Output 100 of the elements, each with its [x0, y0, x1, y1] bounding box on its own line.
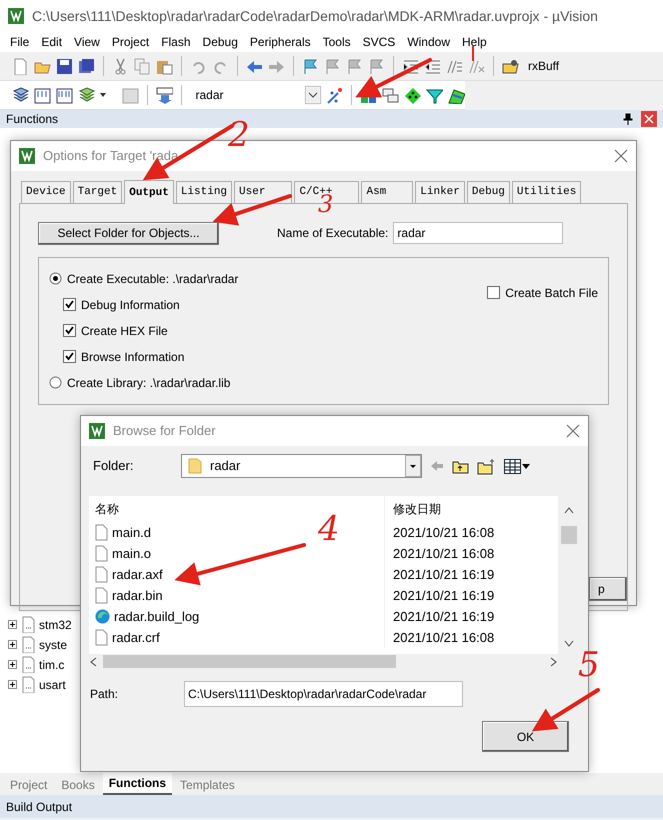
tree-item[interactable]: syste [39, 636, 68, 654]
dialog-tab[interactable]: Listing [176, 181, 232, 202]
scroll-up-icon[interactable] [564, 506, 574, 514]
dialog-tab[interactable]: User [234, 181, 292, 202]
menu-item[interactable]: View [70, 33, 108, 51]
build-icon[interactable] [34, 86, 51, 104]
file-name[interactable]: main.d [112, 522, 152, 542]
column-header[interactable]: 名称 [95, 500, 119, 518]
dialog-tab[interactable]: Target [72, 181, 122, 202]
panel-tab[interactable]: Templates [174, 775, 241, 795]
save-all-icon[interactable] [78, 58, 95, 74]
checkbox[interactable] [63, 298, 76, 311]
magic-wand-icon[interactable] [326, 86, 344, 104]
status-bar-title: Build Output [0, 795, 663, 818]
dialog-tab[interactable]: Output [124, 180, 174, 204]
modified-date: 2021/10/21 16:08 [393, 544, 494, 563]
tree-item[interactable]: usart [39, 676, 66, 694]
expand-icon[interactable] [8, 680, 17, 689]
indent-icon[interactable] [402, 58, 419, 74]
field-label: Path: [90, 686, 120, 703]
radio-button[interactable] [49, 272, 62, 285]
expand-icon[interactable] [8, 640, 17, 649]
option-label: Debug Information [81, 296, 180, 314]
dialog-tab[interactable]: Device [21, 181, 71, 202]
outdent-icon[interactable] [424, 58, 441, 74]
scroll-left-icon[interactable] [89, 656, 97, 666]
expand-icon[interactable] [8, 660, 17, 669]
pin-icon[interactable] [623, 113, 633, 125]
scroll-thumb[interactable] [103, 655, 396, 668]
watch-expression-label: rxBuff [528, 58, 560, 75]
scroll-right-icon[interactable] [550, 656, 558, 666]
folder-select[interactable]: radar [181, 454, 422, 478]
menu-item[interactable]: Project [108, 33, 158, 51]
dialog-button[interactable]: p [589, 577, 627, 601]
ok-button[interactable]: OK [482, 721, 569, 752]
source-file-icon [21, 636, 35, 653]
file-name[interactable]: radar.bin [112, 586, 163, 606]
batch-build-icon[interactable] [78, 86, 95, 104]
modified-date: 2021/10/21 16:19 [393, 566, 494, 584]
tree-item[interactable]: tim.c [39, 656, 64, 674]
executable-name-field[interactable]: radar [393, 222, 564, 244]
expand-icon[interactable] [8, 620, 17, 629]
option-label: Browse Information [81, 348, 184, 366]
dialog-tab[interactable]: Utilities [512, 181, 582, 202]
option-label: Create Library: .\radar\radar.lib [67, 374, 230, 392]
app-logo-icon [8, 8, 24, 24]
panel-tab[interactable]: Functions [102, 773, 172, 795]
windows-icon[interactable] [382, 86, 400, 104]
dialog-tab[interactable]: Linker [415, 181, 465, 202]
panel-tab[interactable]: Project [4, 775, 54, 795]
radio-button[interactable] [49, 376, 62, 389]
flag-icon[interactable] [302, 58, 319, 74]
checkbox[interactable] [63, 324, 76, 337]
up-folder-icon[interactable] [452, 458, 469, 474]
close-icon[interactable] [566, 424, 580, 438]
view-menu-icon[interactable] [504, 458, 530, 474]
annotation-number: 2 [228, 118, 250, 152]
field-label: Folder: [93, 457, 134, 476]
dialog-tab[interactable]: Debug [466, 181, 510, 202]
file-name[interactable]: radar.crf [112, 628, 160, 648]
panel-tab[interactable]: Books [55, 775, 101, 795]
scroll-down-icon[interactable] [564, 640, 574, 648]
folder-icon [188, 458, 202, 474]
file-name[interactable]: radar.build_log [114, 606, 200, 626]
annotation-number: 4 [318, 512, 340, 546]
diamond-icon[interactable] [404, 86, 422, 104]
menu-item[interactable]: Window [403, 33, 458, 51]
menu-item[interactable]: Peripherals [246, 33, 319, 51]
download-icon[interactable] [156, 86, 173, 104]
column-header[interactable]: 修改日期 [393, 500, 441, 518]
menu-item[interactable]: SVCS [358, 33, 404, 51]
funnel-icon[interactable] [426, 86, 444, 104]
close-icon[interactable] [641, 111, 657, 127]
menu-item[interactable]: Help [458, 33, 495, 51]
option-label: Create Executable: .\radar\radar [67, 270, 238, 288]
path-field[interactable]: C:\Users\111\Desktop\radar\radarCode\radar [184, 681, 463, 707]
dialog-tab[interactable]: Asm [361, 181, 414, 202]
watch-window-icon[interactable] [502, 58, 519, 74]
menu-item[interactable]: Edit [37, 33, 70, 51]
file-name[interactable]: main.o [112, 544, 152, 564]
chips-icon[interactable] [448, 86, 466, 104]
checkbox[interactable] [63, 350, 76, 363]
save-icon[interactable] [56, 58, 73, 74]
menu-item[interactable]: Flash [157, 33, 199, 51]
file-icon [95, 524, 108, 541]
file-name[interactable]: radar.axf [112, 564, 163, 584]
tree-item[interactable]: stm32 [39, 616, 72, 634]
annotation-number: 5 [578, 648, 600, 682]
menu-item[interactable]: Tools [318, 33, 359, 51]
close-icon[interactable] [614, 149, 628, 163]
menu-item[interactable]: Debug [198, 33, 246, 51]
scroll-thumb[interactable] [561, 526, 577, 544]
translate-icon[interactable] [12, 86, 29, 104]
new-file-icon[interactable] [12, 58, 29, 74]
file-icon [95, 629, 108, 646]
checkbox[interactable] [487, 286, 500, 299]
menu-item[interactable]: File [6, 33, 38, 51]
rebuild-icon[interactable] [56, 86, 73, 104]
select-folder-button[interactable]: Select Folder for Objects... [38, 222, 219, 244]
new-folder-icon[interactable] [477, 458, 496, 474]
